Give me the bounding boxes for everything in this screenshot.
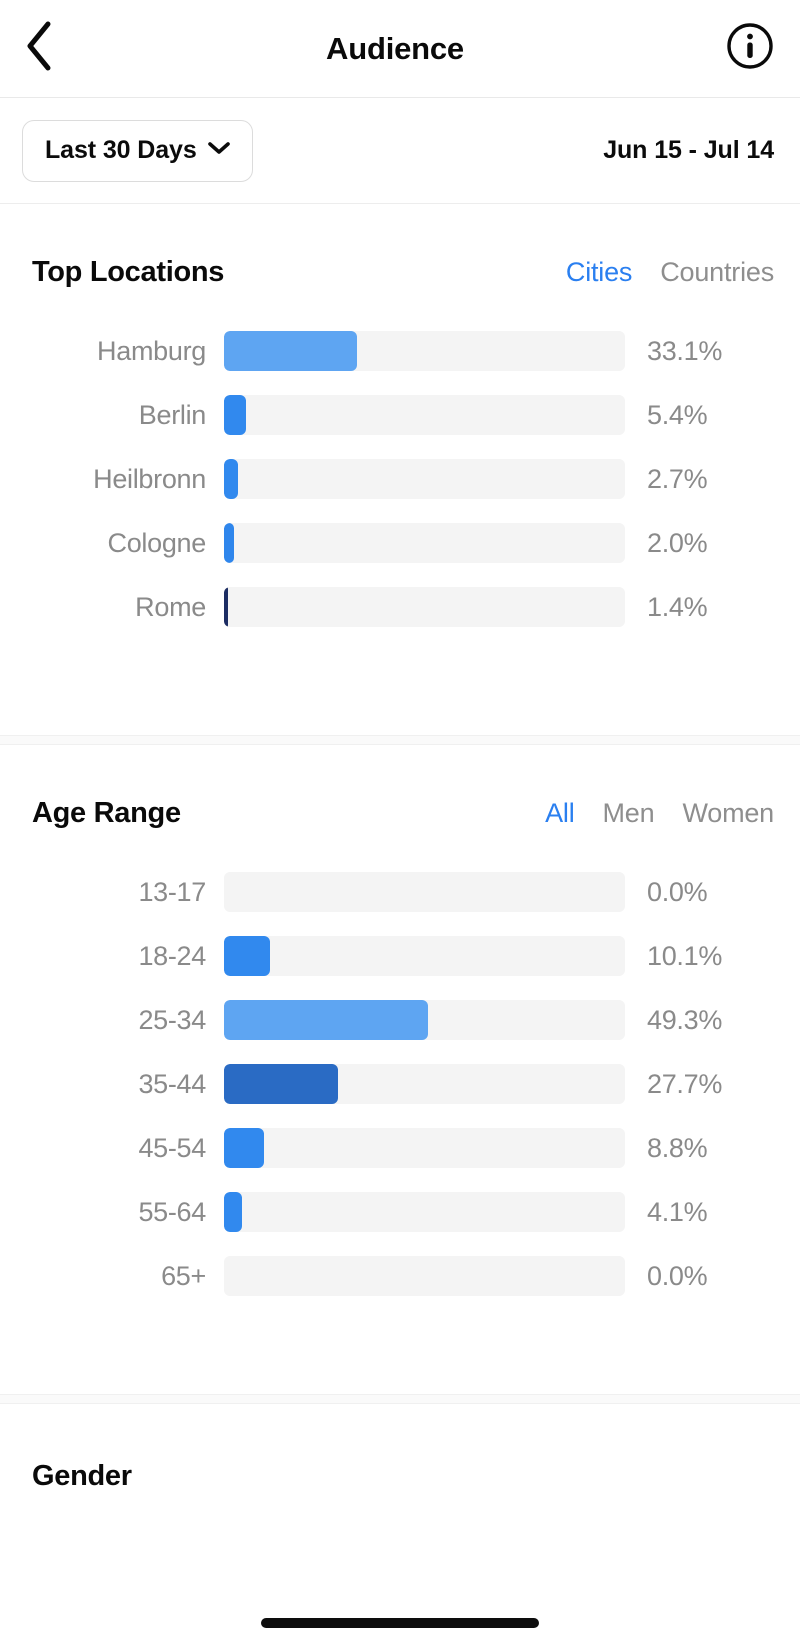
tab-all[interactable]: All: [545, 798, 575, 829]
location-bar-label: Rome: [135, 591, 206, 622]
location-bar-track: [224, 523, 625, 563]
info-circle-icon: [726, 22, 774, 75]
tab-women[interactable]: Women: [682, 798, 774, 829]
audience-insights-screen: Audience Last 30 Days Jun 15 - Jul 14 To…: [0, 0, 800, 1650]
age-bar-fill: [224, 1192, 243, 1232]
date-range-display: Jun 15 - Jul 14: [603, 136, 774, 164]
location-bar-label: Heilbronn: [93, 463, 206, 494]
location-bar-value: 1.4%: [647, 591, 708, 622]
location-bar-value: 2.0%: [647, 527, 708, 558]
age-bar-row: 18-24 10.1%: [32, 924, 774, 988]
age-bar-value: 8.8%: [647, 1132, 708, 1163]
age-bar-row: 65+ 0.0%: [32, 1244, 774, 1308]
section-divider-2: [0, 1394, 800, 1404]
age-range-spacer: [32, 1308, 774, 1394]
location-bar-label: Cologne: [107, 527, 207, 558]
location-bar-track: [224, 331, 625, 371]
location-bar-row: Cologne 2.0%: [32, 511, 774, 575]
page-title: Audience: [326, 30, 464, 66]
section-divider-1: [0, 735, 800, 745]
age-bar-fill: [224, 1000, 428, 1040]
location-bar-row: Hamburg 33.1%: [32, 319, 774, 383]
age-bar-row: 45-54 8.8%: [32, 1116, 774, 1180]
age-bar-row: 13-17 0.0%: [32, 860, 774, 924]
age-range-bar-list: 13-17 0.0% 18-24 10.1% 25-34 49.3% 35-44 27.7% 4…: [32, 836, 774, 1308]
gender-section: Gender: [0, 1404, 800, 1493]
age-bar-value: 0.0%: [647, 876, 708, 907]
location-bar-label: Hamburg: [97, 335, 206, 366]
age-bar-value: 27.7%: [647, 1068, 723, 1099]
age-bar-label: 45-54: [138, 1132, 206, 1163]
top-locations-section: Top Locations Cities Countries Hamburg 33…: [0, 204, 800, 735]
location-bar-value: 33.1%: [647, 335, 723, 366]
date-range-selector-label: Last 30 Days: [45, 136, 197, 164]
age-range-toggle-group: All Men Women: [545, 798, 774, 829]
home-indicator-area: [0, 1618, 800, 1628]
location-bar-track: [224, 459, 625, 499]
top-locations-title: Top Locations: [32, 256, 225, 288]
age-bar-track: [224, 1256, 625, 1296]
back-button[interactable]: [22, 21, 78, 77]
top-locations-bar-list: Hamburg 33.1% Berlin 5.4% Heilbronn 2.7% Colog…: [32, 295, 774, 639]
age-bar-track: [224, 936, 625, 976]
age-range-header: Age Range All Men Women: [32, 745, 774, 836]
tab-men[interactable]: Men: [603, 798, 655, 829]
location-bar-fill: [224, 523, 235, 563]
tab-cities[interactable]: Cities: [566, 257, 633, 288]
age-bar-row: 55-64 4.1%: [32, 1180, 774, 1244]
age-bar-track: [224, 1000, 625, 1040]
top-locations-toggle-group: Cities Countries: [566, 257, 774, 288]
location-bar-row: Rome 1.4%: [32, 575, 774, 639]
chevron-down-icon: [207, 141, 230, 160]
top-locations-spacer: [32, 639, 774, 735]
top-locations-header: Top Locations Cities Countries: [32, 204, 774, 295]
age-bar-track: [224, 872, 625, 912]
age-bar-track: [224, 1128, 625, 1168]
age-bar-track: [224, 1192, 625, 1232]
location-bar-track: [224, 395, 625, 435]
age-bar-fill: [224, 936, 271, 976]
location-bar-value: 2.7%: [647, 463, 708, 494]
location-bar-fill: [224, 395, 246, 435]
location-bar-value: 5.4%: [647, 399, 708, 430]
date-filter-bar: Last 30 Days Jun 15 - Jul 14: [0, 98, 800, 204]
age-bar-label: 35-44: [138, 1068, 206, 1099]
info-button[interactable]: [718, 21, 774, 77]
location-bar-row: Heilbronn 2.7%: [32, 447, 774, 511]
location-bar-fill: [224, 587, 229, 627]
location-bar-fill: [224, 331, 357, 371]
age-bar-label: 55-64: [138, 1196, 206, 1227]
age-bar-track: [224, 1064, 625, 1104]
age-bar-value: 10.1%: [647, 940, 723, 971]
location-bar-row: Berlin 5.4%: [32, 383, 774, 447]
gender-title: Gender: [32, 1460, 132, 1492]
age-bar-value: 49.3%: [647, 1004, 723, 1035]
home-indicator[interactable]: [261, 1618, 539, 1628]
age-bar-value: 4.1%: [647, 1196, 708, 1227]
age-bar-label: 18-24: [138, 940, 206, 971]
age-bar-label: 13-17: [138, 876, 206, 907]
location-bar-fill: [224, 459, 238, 499]
age-bar-label: 25-34: [138, 1004, 206, 1035]
location-bar-label: Berlin: [138, 399, 207, 430]
age-bar-row: 25-34 49.3%: [32, 988, 774, 1052]
date-range-selector[interactable]: Last 30 Days: [22, 119, 253, 182]
navigation-bar: Audience: [0, 0, 800, 98]
location-bar-track: [224, 587, 625, 627]
chevron-left-icon: [22, 18, 56, 79]
age-bar-label: 65+: [161, 1260, 206, 1291]
age-bar-value: 0.0%: [647, 1260, 708, 1291]
age-bar-row: 35-44 27.7%: [32, 1052, 774, 1116]
age-bar-fill: [224, 1064, 339, 1104]
age-bar-fill: [224, 1128, 265, 1168]
age-range-title: Age Range: [32, 797, 181, 829]
tab-countries[interactable]: Countries: [660, 257, 774, 288]
age-range-section: Age Range All Men Women 13-17 0.0% 18-24 10…: [0, 745, 800, 1394]
